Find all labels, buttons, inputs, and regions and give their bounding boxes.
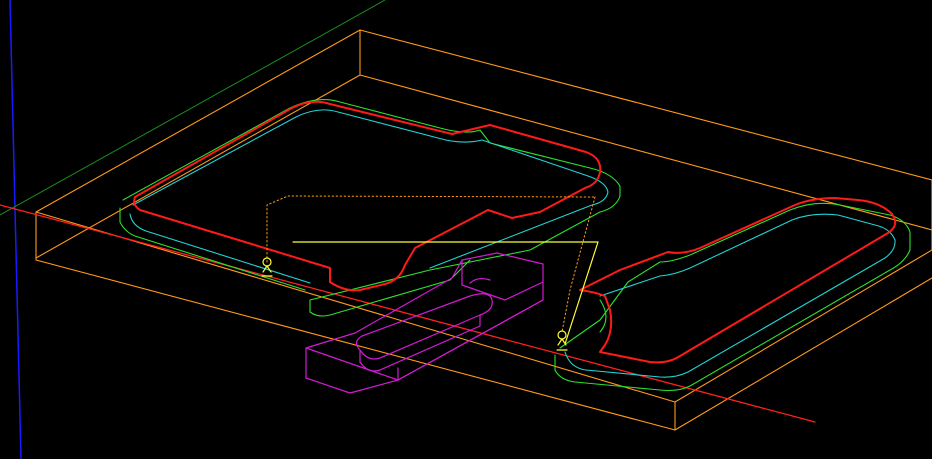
y-axis-line <box>0 0 386 216</box>
fixture-top <box>305 252 544 381</box>
toolpath-offset-cyan <box>129 109 896 378</box>
z-axis-line <box>9 0 22 459</box>
fixture-front <box>305 347 399 394</box>
cad-3d-viewport[interactable] <box>0 0 932 459</box>
clamp-fixture-icon[interactable] <box>305 252 544 394</box>
stock-top-face <box>35 29 932 403</box>
primary-contour-right <box>579 197 897 364</box>
x-axis-line <box>0 204 816 423</box>
fixture-right-edge <box>397 299 544 381</box>
rapid-link-1 <box>266 195 596 263</box>
fixture-hole <box>469 277 491 284</box>
stock-back-bottom <box>35 74 932 259</box>
rapid-link-2 <box>561 196 596 333</box>
stock-box-icon <box>35 29 932 431</box>
fixture-slot <box>355 293 493 360</box>
wireframe-scene[interactable] <box>0 0 932 459</box>
stock-front-edges <box>35 211 676 431</box>
stock-right-edge <box>674 277 932 431</box>
